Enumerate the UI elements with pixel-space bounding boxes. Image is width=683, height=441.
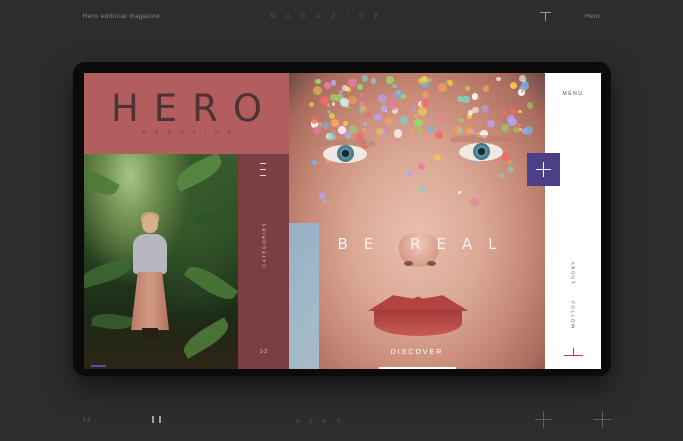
plus-icon[interactable] <box>540 10 551 21</box>
add-button[interactable] <box>527 153 560 186</box>
lips <box>368 292 468 338</box>
pause-icon[interactable] <box>151 416 163 423</box>
categories-panel[interactable]: CATEGORIES 1-2 <box>238 154 289 369</box>
logo: HERO <box>110 87 278 130</box>
right-navigation: MENU ABOUT FOLLOW <box>545 73 601 369</box>
plus-icon[interactable] <box>594 411 611 428</box>
slide-counter: 1-2 <box>83 417 91 423</box>
left-eye <box>323 145 367 163</box>
hero-tagline: BE REAL <box>337 235 513 253</box>
menu-button[interactable]: MENU <box>545 91 601 97</box>
model-figure <box>128 212 172 339</box>
tablet-frame: HERO MAGAZINE 1 2 3 4 5 <box>73 62 611 376</box>
pager-active-indicator <box>91 365 106 367</box>
discover-progress <box>379 367 456 369</box>
logo-block[interactable]: HERO MAGAZINE <box>84 73 289 154</box>
discover-button[interactable]: DISCOVER <box>289 349 545 356</box>
logo-subtitle: MAGAZINE <box>141 130 241 136</box>
top-magazine-label: MAGAZINE <box>270 14 390 20</box>
nav-link-about[interactable]: ABOUT <box>571 262 576 286</box>
categories-label[interactable]: CATEGORIES <box>262 215 267 275</box>
bottom-hero-label: HERO <box>296 419 351 425</box>
plus-icon[interactable] <box>535 411 552 428</box>
hamburger-icon[interactable] <box>260 163 266 176</box>
hero-portrait: BE REAL DISCOVER <box>289 73 545 369</box>
site-tagline: Hero editorial magazine <box>83 14 161 20</box>
tablet-screen: HERO MAGAZINE 1 2 3 4 5 <box>84 73 601 369</box>
nav-link-follow[interactable]: FOLLOW <box>571 301 576 330</box>
fashion-photo: 1 2 3 4 5 6 <box>84 154 238 369</box>
top-hero-link[interactable]: Hero <box>585 14 600 20</box>
t-bar-icon[interactable] <box>564 348 583 357</box>
right-eye <box>459 143 503 161</box>
categories-count: 1-2 <box>259 349 268 355</box>
